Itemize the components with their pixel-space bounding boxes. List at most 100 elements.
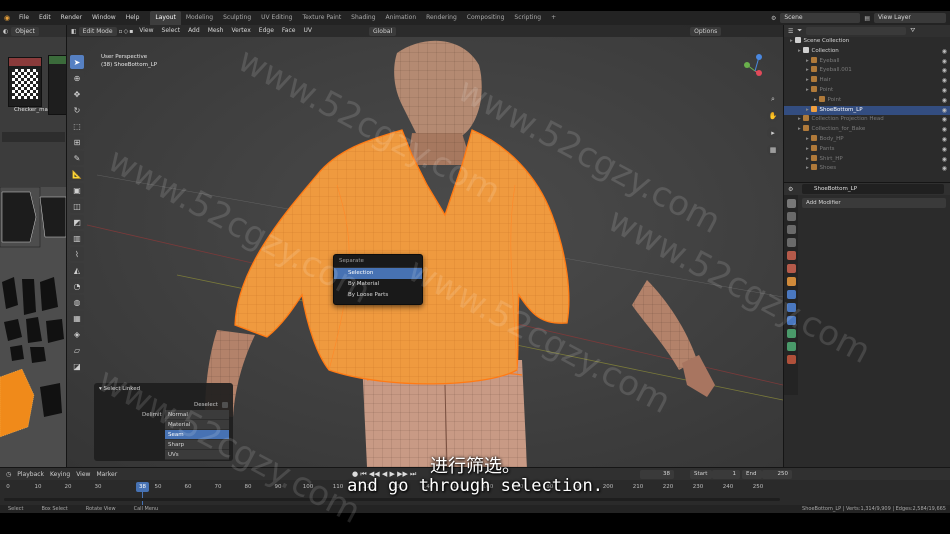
move-tool-icon[interactable]: ✥ — [70, 87, 84, 101]
view-layer-field[interactable]: View Layer — [874, 13, 946, 23]
expand-arrow-icon[interactable]: ▸ — [798, 126, 803, 132]
render-tab-icon[interactable] — [786, 212, 796, 221]
scale-tool-icon[interactable]: ⬚ — [70, 119, 84, 133]
outliner-row[interactable]: ▸ Collection ◉ — [784, 46, 950, 57]
spin-tool-icon[interactable]: ◔ — [70, 279, 84, 293]
expand-arrow-icon[interactable]: ▸ — [806, 58, 811, 64]
visibility-eye-icon[interactable]: ◉ — [942, 96, 947, 106]
visibility-eye-icon[interactable]: ◉ — [942, 125, 947, 135]
menu-edit[interactable]: Edit — [34, 11, 56, 25]
uv-editor-area[interactable] — [0, 187, 66, 467]
data-tab-icon[interactable] — [786, 342, 796, 351]
properties-editor-icon[interactable]: ⚙ — [788, 186, 793, 193]
viewport-menu-add[interactable]: Add — [185, 25, 203, 37]
visibility-eye-icon[interactable]: ◉ — [942, 57, 947, 67]
object-tab-icon[interactable] — [786, 277, 796, 286]
outliner-row[interactable]: ▸ Collection Projection Head ◉ — [784, 115, 950, 125]
expand-arrow-icon[interactable]: ▸ — [806, 77, 811, 83]
view-layer-tab-icon[interactable] — [786, 238, 796, 247]
menu-render[interactable]: Render — [56, 11, 87, 25]
outliner-search-input[interactable] — [806, 27, 907, 35]
tab-rendering[interactable]: Rendering — [421, 11, 462, 25]
knife-tool-icon[interactable]: ⌇ — [70, 247, 84, 261]
scene-field[interactable]: Scene — [780, 13, 861, 23]
outliner-row[interactable]: ▸ Body_HP ◉ — [784, 134, 950, 145]
tab-shading[interactable]: Shading — [346, 11, 380, 25]
inset-tool-icon[interactable]: ◫ — [70, 199, 84, 213]
edit-mode-dropdown[interactable]: Edit Mode — [78, 26, 117, 36]
visibility-eye-icon[interactable]: ◉ — [942, 145, 947, 155]
outliner-row[interactable]: ▸ Point ◉ — [784, 85, 950, 96]
rotate-tool-icon[interactable]: ↻ — [70, 103, 84, 117]
output-tab-icon[interactable] — [786, 225, 796, 234]
timeline-scrollbar[interactable] — [4, 498, 780, 501]
tab-sculpting[interactable]: Sculpting — [218, 11, 256, 25]
object-mode-dropdown[interactable]: Object — [11, 26, 39, 36]
menu-help[interactable]: Help — [121, 11, 145, 25]
visibility-eye-icon[interactable]: ◉ — [942, 47, 947, 57]
expand-arrow-icon[interactable]: ▸ — [806, 107, 811, 113]
outliner-row[interactable]: ▸ Shoes ◉ — [784, 164, 950, 174]
outliner-editor-icon[interactable]: ☰ — [788, 28, 793, 35]
expand-arrow-icon[interactable]: ▸ — [806, 136, 811, 142]
tab-animation[interactable]: Animation — [381, 11, 422, 25]
deselect-checkbox[interactable] — [222, 402, 228, 408]
viewport-menu-uv[interactable]: UV — [300, 25, 315, 37]
expand-arrow-icon[interactable]: ▸ — [806, 165, 811, 171]
transform-tool-icon[interactable]: ⊞ — [70, 135, 84, 149]
tab-uv-editing[interactable]: UV Editing — [256, 11, 297, 25]
outliner-row[interactable]: ▸ Eyeball ◉ — [784, 56, 950, 67]
tool-tab-icon[interactable] — [786, 199, 796, 208]
outliner-row[interactable]: ▸ Eyeball.001 ◉ — [784, 66, 950, 76]
viewport-menu-select[interactable]: Select — [159, 25, 184, 37]
visibility-eye-icon[interactable]: ◉ — [942, 106, 947, 116]
loop-cut-tool-icon[interactable]: ▥ — [70, 231, 84, 245]
expand-arrow-icon[interactable]: ▸ — [806, 156, 811, 162]
viewport-menu-mesh[interactable]: Mesh — [205, 25, 227, 37]
tab-layout[interactable]: Layout — [150, 11, 181, 25]
edge-slide-tool-icon[interactable]: ▦ — [70, 311, 84, 325]
poly-build-tool-icon[interactable]: ◭ — [70, 263, 84, 277]
outliner-row[interactable]: ▸ Pants ◉ — [784, 144, 950, 155]
navigation-gizmo[interactable] — [744, 54, 762, 76]
viewport-editor-icon[interactable]: ◧ — [71, 28, 77, 35]
grid-icon[interactable]: ▦ — [767, 144, 779, 156]
shear-tool-icon[interactable]: ▱ — [70, 343, 84, 357]
material-tab-icon[interactable] — [786, 355, 796, 364]
outliner-row[interactable]: ▸ Collection_for_Bake ◉ — [784, 125, 950, 135]
menu-window[interactable]: Window — [87, 11, 121, 25]
smooth-tool-icon[interactable]: ◍ — [70, 295, 84, 309]
bevel-tool-icon[interactable]: ◩ — [70, 215, 84, 229]
visibility-eye-icon[interactable]: ◉ — [942, 66, 947, 76]
expand-arrow-icon[interactable]: ▸ — [806, 67, 811, 73]
shader-node-area[interactable]: Checker_ma — [0, 37, 66, 187]
expand-arrow-icon[interactable]: ▸ — [798, 116, 803, 122]
visibility-eye-icon[interactable]: ◉ — [942, 135, 947, 145]
extrude-tool-icon[interactable]: ▣ — [70, 183, 84, 197]
menu-file[interactable]: File — [14, 11, 34, 25]
outliner-filter-icon[interactable]: ⏷ — [797, 27, 802, 35]
viewport-menu-edge[interactable]: Edge — [256, 25, 277, 37]
visibility-eye-icon[interactable]: ◉ — [942, 86, 947, 96]
visibility-eye-icon[interactable]: ◉ — [942, 155, 947, 165]
outliner-row[interactable]: ▸ ShoeBottom_LP ◉ — [784, 105, 950, 116]
outliner-row[interactable]: ▸ Point ◉ — [784, 95, 950, 106]
expand-arrow-icon[interactable]: ▸ — [790, 38, 795, 44]
outliner-row[interactable]: ▸ Hair ◉ — [784, 76, 950, 86]
viewport-menu-vertex[interactable]: Vertex — [228, 25, 253, 37]
pan-hand-icon[interactable]: ✋ — [767, 110, 779, 122]
rip-tool-icon[interactable]: ◪ — [70, 359, 84, 373]
visibility-eye-icon[interactable]: ◉ — [942, 164, 947, 174]
annotate-tool-icon[interactable]: ✎ — [70, 151, 84, 165]
expand-arrow-icon[interactable]: ▸ — [814, 97, 819, 103]
options-dropdown[interactable]: Options — [690, 26, 722, 36]
expand-arrow-icon[interactable]: ▸ — [806, 146, 811, 152]
expand-arrow-icon[interactable]: ▸ — [806, 87, 811, 93]
tab-modeling[interactable]: Modeling — [181, 11, 218, 25]
tab-scripting[interactable]: Scripting — [509, 11, 546, 25]
cursor-tool-icon[interactable]: ⊕ — [70, 71, 84, 85]
transform-orientation-dropdown[interactable]: Global — [368, 26, 397, 36]
image-node[interactable] — [8, 57, 42, 107]
visibility-eye-icon[interactable]: ◉ — [942, 115, 947, 125]
zoom-icon[interactable]: ⌕ — [767, 93, 779, 105]
